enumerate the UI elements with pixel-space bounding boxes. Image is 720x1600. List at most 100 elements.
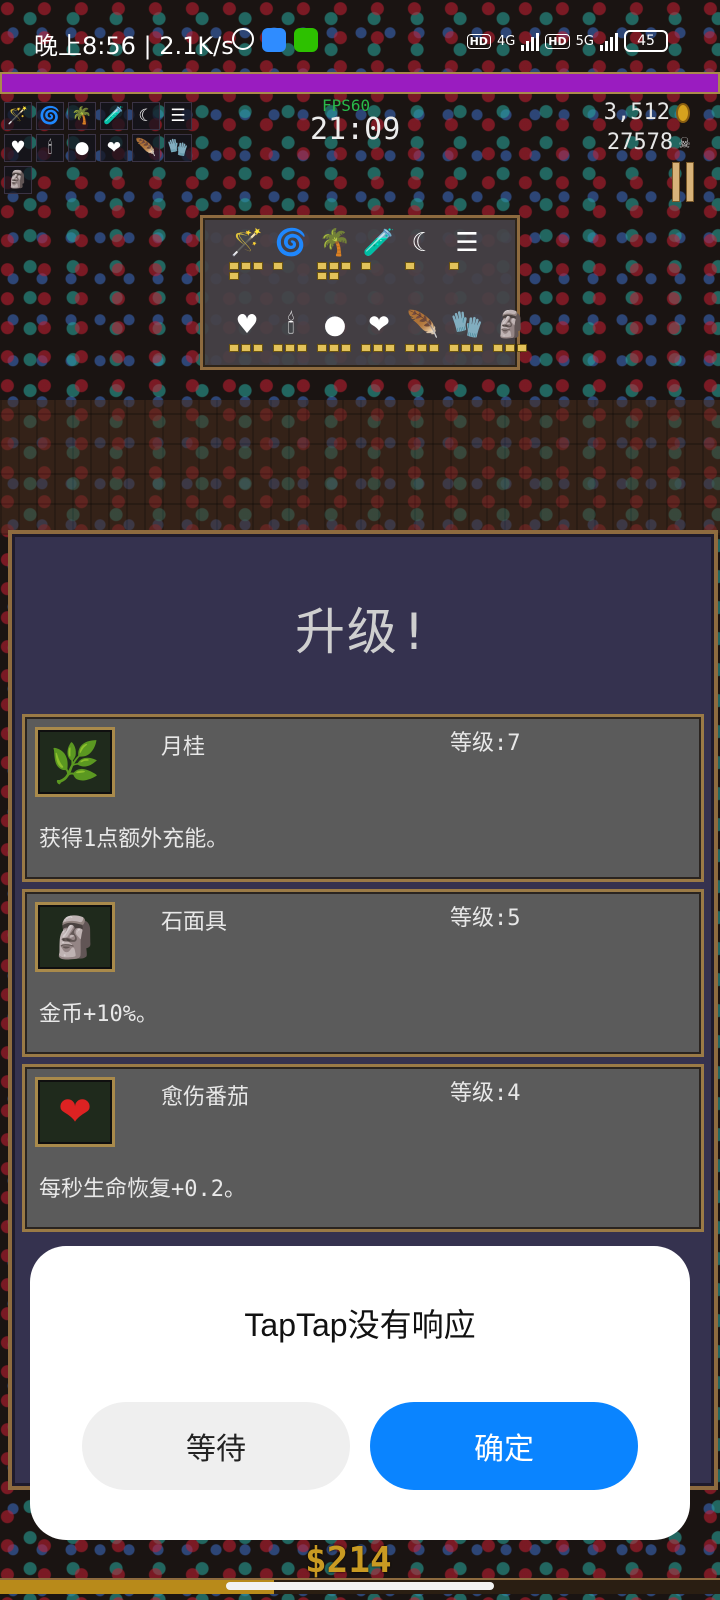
inventory-slot: 🕯: [273, 308, 309, 352]
hd-icon: HD: [466, 33, 491, 49]
level-pip: [385, 344, 395, 352]
scroll-icon: ☰: [164, 102, 192, 130]
gesture-bar[interactable]: [226, 1582, 494, 1590]
inventory-slot: ☾: [405, 226, 441, 280]
red-heart-icon: ❤: [368, 310, 390, 340]
level-pips: [449, 344, 485, 352]
black-heart-icon: ♥: [235, 310, 259, 340]
level-pip: [361, 262, 371, 270]
crimson-whip-icon: 🌀: [36, 102, 64, 130]
bottom-gold-counter: $214: [305, 1540, 392, 1581]
level-pips: [229, 262, 265, 280]
option-name: 愈伤番茄: [161, 1085, 250, 1110]
skull-icon: ☠: [679, 132, 690, 153]
level-pips: [317, 262, 353, 280]
candelabra-icon: 🕯: [287, 309, 295, 340]
battery-icon: 45: [624, 30, 668, 52]
pause-bar-icon: [686, 162, 694, 202]
alarm-icon: [232, 28, 254, 50]
scroll-icon: ☰: [455, 228, 479, 258]
level-pip: [285, 344, 295, 352]
option-name: 月桂: [161, 735, 206, 760]
wait-button[interactable]: 等待: [82, 1402, 350, 1490]
blue-wand-icon: 🪄: [4, 102, 32, 130]
level-pip: [317, 262, 327, 270]
status-app-icons: [232, 28, 318, 52]
level-pip: [341, 262, 351, 270]
red-heart-icon: ❤: [100, 134, 128, 162]
level-pip: [405, 262, 415, 270]
blue-wand-icon: 🪄: [230, 228, 264, 258]
level-pip: [449, 344, 459, 352]
game-floor: [0, 400, 720, 535]
green-palm-icon: 🌴: [318, 228, 352, 258]
level-pips: [361, 344, 397, 352]
feather-icon: 🪶: [132, 134, 160, 162]
signal-icon: [600, 31, 618, 51]
inventory-passives: ♥ 🕯 ● ❤ 🪶 🧤 🗿: [229, 308, 529, 352]
blue-orb-icon: ●: [68, 134, 96, 162]
level-pip: [505, 344, 515, 352]
inventory-slot: ●: [317, 308, 353, 352]
level-pip: [341, 344, 351, 352]
network-5g-label: 5G: [575, 33, 594, 49]
level-pips: [273, 344, 309, 352]
wechat-icon: [294, 28, 318, 52]
candelabra-icon: 🕯: [36, 134, 64, 162]
app-notification-icon: [262, 28, 286, 52]
gold-value: 3,512: [603, 100, 670, 125]
level-pip: [229, 344, 239, 352]
level-pip: [329, 272, 339, 280]
pause-button[interactable]: [672, 162, 698, 202]
level-pips: [449, 262, 485, 270]
level-pip: [461, 344, 471, 352]
sickle-icon: ☾: [411, 228, 435, 258]
level-pip: [241, 344, 251, 352]
inventory-panel: 🪄 🌀 🌴 🧪 ☾ ☰ ♥ 🕯 ● ❤ 🪶 🧤 🗿: [200, 215, 527, 370]
ok-button[interactable]: 确定: [370, 1402, 638, 1490]
status-indicators: HD 4G HD 5G 45: [466, 30, 668, 52]
inventory-slot: ☰: [449, 226, 485, 280]
hud-passive-row: ♥ 🕯 ● ❤ 🪶 🧤: [4, 134, 192, 162]
network-4g-label: 4G: [496, 33, 516, 49]
stone-mask-icon: 🗿: [35, 902, 115, 972]
inventory-slot: ❤: [361, 308, 397, 352]
dialog-title: TapTap没有响应: [244, 1307, 476, 1343]
coin-icon: [676, 102, 690, 123]
inventory-slot: 🪶: [405, 308, 441, 352]
level-pips: [405, 344, 441, 352]
gauntlet-icon: 🧤: [164, 134, 192, 162]
pause-bar-icon: [672, 162, 680, 202]
level-pip: [273, 344, 283, 352]
level-pip: [317, 272, 327, 280]
level-pip: [473, 344, 483, 352]
level-pip: [493, 344, 503, 352]
level-pips: [317, 344, 353, 352]
hd-icon: HD: [545, 33, 570, 49]
level-pips: [229, 344, 265, 352]
experience-bar: [0, 72, 720, 94]
level-pips: [493, 344, 529, 352]
upgrade-option-stone-mask[interactable]: 🗿 石面具 等级:5 金币+10%。: [22, 889, 704, 1057]
not-responding-dialog: TapTap没有响应 等待 确定: [30, 1246, 690, 1540]
upgrade-option-tomato[interactable]: ❤ 愈伤番茄 等级:4 每秒生命恢复+0.2。: [22, 1064, 704, 1232]
laurel-icon: 🌿: [35, 727, 115, 797]
kill-value: 27578: [606, 130, 674, 155]
level-pip: [253, 262, 263, 270]
upgrade-option-laurel[interactable]: 🌿 月桂 等级:7 获得1点额外充能。: [22, 714, 704, 882]
inventory-slot: 🧤: [449, 308, 485, 352]
blue-orb-icon: ●: [323, 310, 347, 340]
stone-mask-icon: 🗿: [4, 166, 32, 194]
inventory-weapons: 🪄 🌀 🌴 🧪 ☾ ☰: [229, 226, 485, 280]
hud-weapon-row: 🪄 🌀 🌴 🧪 ☾ ☰: [4, 102, 192, 130]
gauntlet-icon: 🧤: [450, 310, 484, 340]
experience-fill: [2, 74, 718, 92]
level-pip: [417, 344, 427, 352]
stone-mask-icon: 🗿: [494, 310, 528, 340]
green-palm-icon: 🌴: [68, 102, 96, 130]
inventory-slot: ♥: [229, 308, 265, 352]
inventory-slot: 🪄: [229, 226, 265, 280]
option-level: 等级:5: [450, 906, 521, 931]
level-pip: [373, 344, 383, 352]
level-pip: [405, 344, 415, 352]
